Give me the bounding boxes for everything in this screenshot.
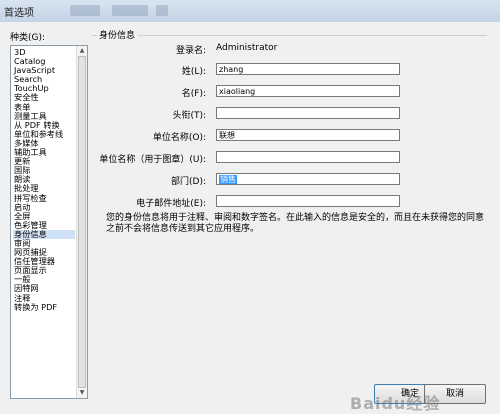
- background-toolbar-ghost-2: [112, 5, 148, 16]
- title-field[interactable]: [216, 107, 400, 119]
- department-field[interactable]: 销售: [216, 173, 400, 185]
- category-item[interactable]: 转换为 PDF: [13, 302, 75, 312]
- category-scrollbar[interactable]: ▲ ▼: [76, 46, 87, 398]
- organization-label: 单位名称(O):: [152, 133, 206, 143]
- first-name-field[interactable]: xiaoliang: [216, 85, 400, 97]
- category-items: 3D Catalog JavaScript Search TouchUp 安全性 表单 测量工…: [13, 47, 75, 312]
- category-list[interactable]: 3D Catalog JavaScript Search TouchUp 安全性 表单 测量工…: [10, 45, 88, 399]
- email-label: 电子邮件地址(E):: [136, 199, 206, 209]
- window-title: 首选项: [4, 8, 34, 19]
- scroll-down-icon[interactable]: ▼: [78, 389, 86, 397]
- department-selected-text: 销售: [219, 175, 237, 184]
- background-toolbar-ghost-1: [70, 5, 100, 16]
- scroll-thumb[interactable]: [78, 56, 86, 388]
- background-toolbar-ghost-3: [156, 5, 168, 16]
- last-name-label: 姓(L):: [181, 67, 206, 77]
- organization-field[interactable]: 联想: [216, 129, 400, 141]
- email-field[interactable]: [216, 195, 400, 207]
- identity-note: 您的身份信息将用于注释、审阅和数字签名。在此输入的信息是安全的，而且在未获得您的…: [106, 213, 485, 234]
- first-name-label: 名(F):: [181, 89, 206, 99]
- login-label: 登录名:: [175, 46, 206, 56]
- login-value: Administrator: [216, 43, 278, 53]
- baidu-watermark: Baidu经验: [350, 394, 441, 413]
- title-label: 头衔(T):: [172, 111, 206, 121]
- organization-unit-label: 单位名称（用于图章）(U):: [99, 155, 206, 165]
- scroll-up-icon[interactable]: ▲: [78, 47, 86, 55]
- group-title: 身份信息: [96, 28, 139, 41]
- group-border: [92, 35, 487, 36]
- title-bar: 首选项: [0, 0, 500, 23]
- last-name-field[interactable]: zhang: [216, 63, 400, 75]
- organization-unit-field[interactable]: [216, 151, 400, 163]
- department-label: 部门(D):: [171, 177, 206, 187]
- preferences-dialog: 种类(G): 3D Catalog JavaScript Search TouchUp 安…: [0, 22, 500, 413]
- category-label: 种类(G):: [10, 33, 46, 43]
